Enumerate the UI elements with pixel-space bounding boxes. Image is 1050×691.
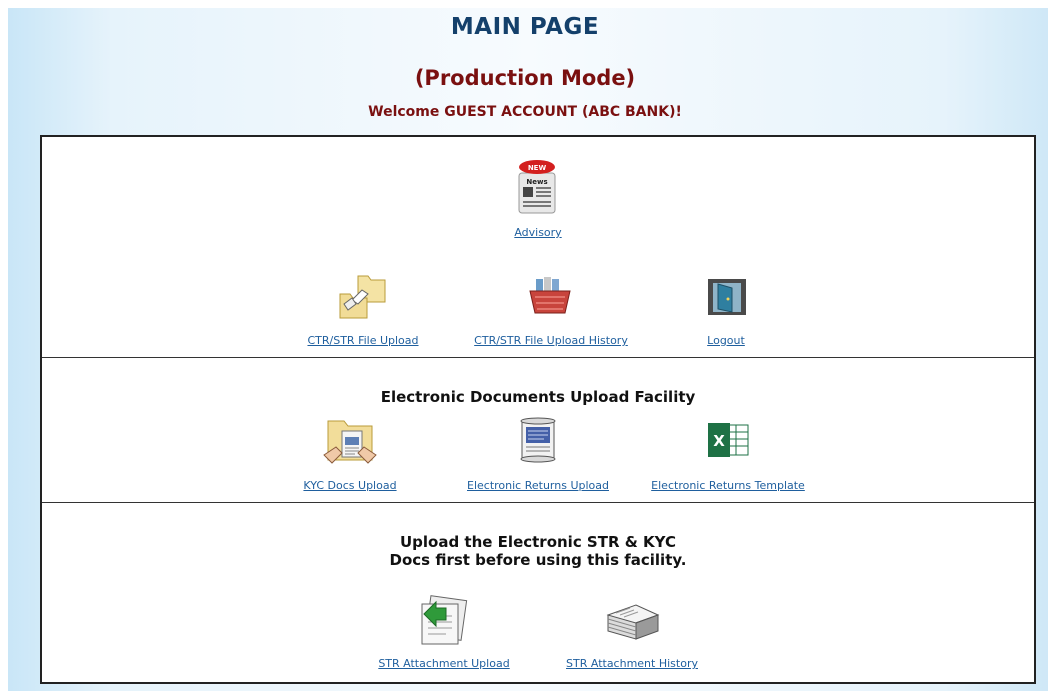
advisory-link[interactable]: Advisory — [514, 226, 561, 239]
svg-text:News: News — [526, 178, 547, 186]
svg-text:X: X — [713, 432, 725, 450]
main-panel: News NEW Advisory CTR/STR File Upload CT… — [40, 135, 1036, 684]
kyc-docs-upload-link[interactable]: KYC Docs Upload — [303, 479, 396, 492]
logout-link[interactable]: Logout — [707, 334, 745, 347]
welcome-message: Welcome GUEST ACCOUNT (ABC BANK)! — [368, 104, 682, 120]
str-attachment-upload-link[interactable]: STR Attachment Upload — [378, 657, 509, 670]
electronic-returns-upload-link[interactable]: Electronic Returns Upload — [467, 479, 609, 492]
mode-label: (Production Mode) — [414, 66, 636, 90]
folder-transfer-icon[interactable] — [334, 272, 388, 322]
electronic-upload-heading: Electronic Documents Upload Facility — [380, 388, 696, 406]
paper-stack-icon[interactable] — [602, 601, 662, 641]
section-divider — [42, 502, 1034, 503]
str-attachment-history-link[interactable]: STR Attachment History — [566, 657, 698, 670]
ctr-str-file-upload-link[interactable]: CTR/STR File Upload — [307, 334, 418, 347]
page-title: MAIN PAGE — [450, 14, 600, 40]
str-instruction-note: Upload the Electronic STR & KYC Docs fir… — [389, 533, 687, 569]
basket-icon[interactable] — [526, 275, 574, 317]
door-icon[interactable] — [706, 277, 748, 317]
section-divider — [42, 357, 1034, 358]
folder-document-icon[interactable] — [322, 415, 378, 467]
electronic-returns-template-link[interactable]: Electronic Returns Template — [651, 479, 805, 492]
ctr-str-upload-history-link[interactable]: CTR/STR File Upload History — [474, 334, 628, 347]
svg-text:NEW: NEW — [528, 164, 547, 172]
attachment-upload-icon[interactable] — [414, 594, 472, 648]
scroll-icon[interactable] — [516, 417, 560, 463]
news-icon[interactable]: News NEW — [514, 159, 562, 215]
excel-icon[interactable]: X — [706, 421, 750, 459]
